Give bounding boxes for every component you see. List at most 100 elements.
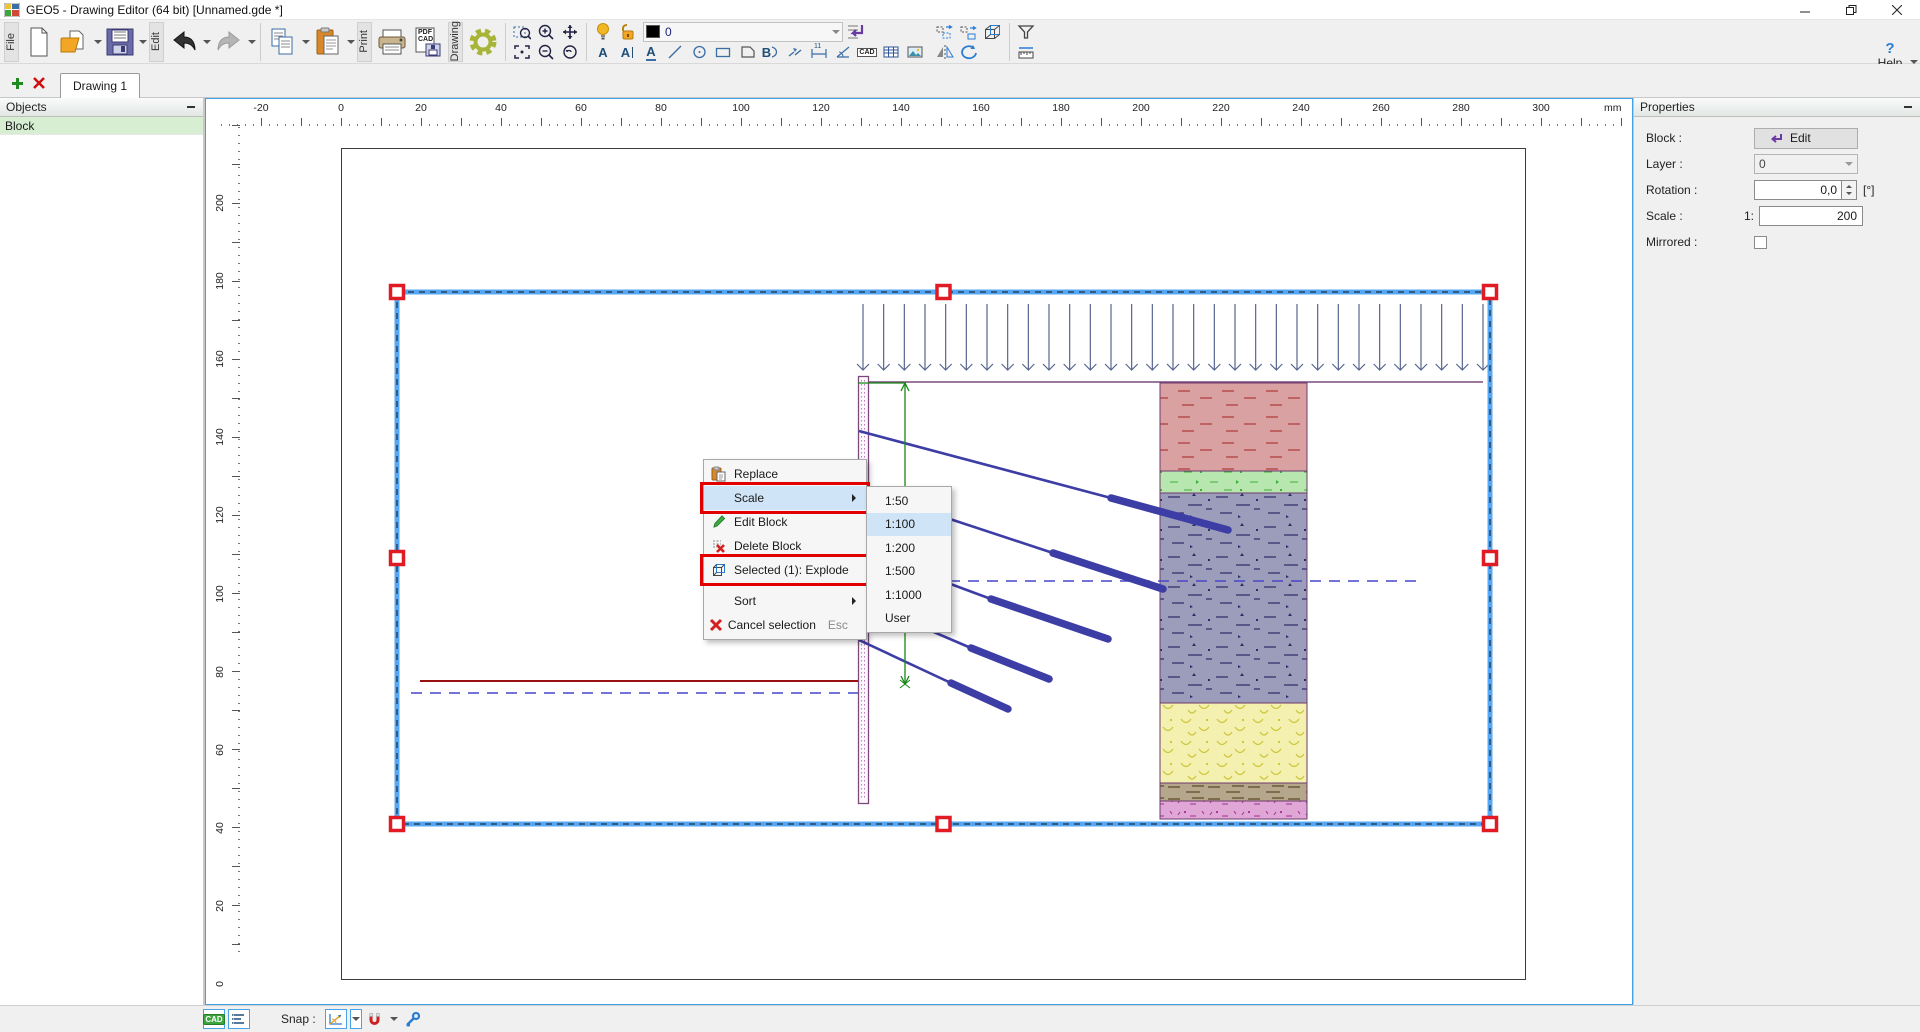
zoom-select-button[interactable]	[511, 22, 533, 41]
new-file-button[interactable]	[22, 23, 56, 61]
dimension-button[interactable]: 11	[808, 43, 830, 62]
submenu-item-scale-1-500[interactable]: 1:500	[867, 560, 951, 584]
copy-dropdown[interactable]	[301, 23, 310, 61]
filter-button[interactable]	[1015, 22, 1037, 41]
menu-item-sort[interactable]: Sort	[704, 589, 866, 613]
open-file-dropdown[interactable]	[93, 23, 102, 61]
layer-dropdown-caret	[1845, 162, 1853, 170]
restore-button[interactable]	[1828, 0, 1874, 20]
rotation-spin-down[interactable]	[1842, 190, 1856, 199]
undo-button[interactable]	[167, 23, 201, 61]
submenu-item-scale-1-100[interactable]: 1:100	[867, 513, 951, 537]
menu-item-edit-block[interactable]: Edit Block	[704, 510, 866, 534]
mirror-button[interactable]	[934, 42, 956, 61]
objects-collapse-button[interactable]	[185, 101, 197, 113]
selection-handle[interactable]	[391, 818, 404, 831]
draw-arc-button[interactable]: B	[760, 43, 782, 62]
rotate-button[interactable]	[958, 42, 980, 61]
import-block-button[interactable]	[844, 22, 866, 41]
add-multiline-text-button[interactable]: A	[616, 43, 638, 62]
h-ruler-label: 80	[655, 102, 667, 114]
magnet-snap-button[interactable]	[365, 1009, 385, 1029]
add-text-button[interactable]: A	[592, 43, 614, 62]
remove-drawing-button[interactable]	[28, 71, 50, 95]
insert-cad-button[interactable]: CAD	[856, 43, 878, 62]
magnet-dropdown[interactable]	[388, 1009, 400, 1029]
selection-handle[interactable]	[937, 818, 950, 831]
selection-handle[interactable]	[1484, 286, 1497, 299]
redo-dropdown[interactable]	[247, 23, 256, 61]
zoom-fit-button[interactable]	[511, 42, 533, 61]
lock-button[interactable]	[616, 22, 638, 41]
move-blocks-button[interactable]	[958, 22, 980, 41]
menu-item-replace[interactable]: Replace	[704, 462, 866, 486]
export-pdf-cad-button[interactable]: PDF CAD	[411, 23, 445, 61]
insert-image-button[interactable]	[904, 43, 926, 62]
save-dropdown[interactable]	[138, 23, 147, 61]
draw-circle-button[interactable]	[688, 43, 710, 62]
file-menu[interactable]: File	[4, 22, 19, 62]
undo-dropdown[interactable]	[202, 23, 211, 61]
copy-button[interactable]	[266, 23, 300, 61]
draw-rectangle-button[interactable]	[712, 43, 734, 62]
drawing-canvas-area[interactable]: -200204060801001201401601802002202402602…	[205, 98, 1633, 1005]
mirrored-checkbox[interactable]	[1754, 236, 1767, 249]
redo-button[interactable]	[212, 23, 246, 61]
add-drawing-button[interactable]	[6, 71, 28, 95]
objects-list-item-block[interactable]: Block	[0, 117, 203, 135]
paste-dropdown[interactable]	[346, 23, 355, 61]
visibility-bulb-button[interactable]	[592, 22, 614, 41]
open-file-button[interactable]	[58, 23, 92, 61]
tab-drawing-1[interactable]: Drawing 1	[60, 73, 140, 98]
edit-menu[interactable]: Edit	[149, 22, 164, 62]
layer-select-combo[interactable]: 0	[643, 22, 843, 42]
pan-button[interactable]	[559, 22, 581, 41]
edit-block-button[interactable]: Edit	[1754, 128, 1858, 149]
selection-handle[interactable]	[391, 286, 404, 299]
save-button[interactable]	[103, 23, 137, 61]
text-style-button[interactable]: A	[640, 43, 662, 62]
rotation-spin-up[interactable]	[1842, 181, 1856, 190]
rotation-spinner[interactable]	[1842, 180, 1857, 200]
selection-handle[interactable]	[1484, 552, 1497, 565]
menu-item-cancel-selection[interactable]: Cancel selectionEsc	[704, 613, 866, 637]
print-menu[interactable]: Print	[357, 22, 372, 62]
submenu-item-scale-user[interactable]: User	[867, 607, 951, 631]
zoom-out-button[interactable]	[535, 42, 557, 61]
snap-mode-dropdown[interactable]	[350, 1009, 362, 1029]
zoom-in-button[interactable]	[535, 22, 557, 41]
snap-settings-button[interactable]	[403, 1009, 423, 1029]
draw-spline-button[interactable]	[784, 43, 806, 62]
selection-handle[interactable]	[937, 286, 950, 299]
cad-mode-toggle[interactable]: CAD	[203, 1009, 225, 1029]
insert-table-button[interactable]	[880, 43, 902, 62]
menu-item-delete-block[interactable]: Delete Block	[704, 534, 866, 558]
selection-handle[interactable]	[1484, 818, 1497, 831]
explode-blocks-button[interactable]	[982, 22, 1004, 41]
layer-dropdown[interactable]: 0	[1754, 154, 1858, 174]
measure-button[interactable]	[1015, 42, 1037, 61]
draw-line-button[interactable]	[664, 43, 686, 62]
zoom-previous-button[interactable]	[559, 42, 581, 61]
settings-button[interactable]	[466, 23, 500, 61]
properties-collapse-button[interactable]	[1902, 101, 1914, 113]
line-style-toggle[interactable]	[228, 1009, 250, 1029]
paste-button[interactable]	[311, 23, 345, 61]
rotation-input[interactable]: 0,0	[1754, 180, 1842, 200]
submenu-item-scale-1-1000[interactable]: 1:1000	[867, 583, 951, 607]
menu-item-explode[interactable]: Selected (1): Explode	[704, 558, 866, 582]
minimize-button[interactable]	[1782, 0, 1828, 20]
submenu-item-scale-1-50[interactable]: 1:50	[867, 489, 951, 513]
print-button[interactable]	[375, 23, 409, 61]
menu-item-scale[interactable]: Scale	[704, 486, 866, 510]
selection-handle[interactable]	[391, 552, 404, 565]
angle-dimension-button[interactable]	[832, 43, 854, 62]
zoom-out-icon	[537, 44, 555, 60]
draw-polygon-button[interactable]	[736, 43, 758, 62]
drawing-menu[interactable]: Drawing	[448, 22, 463, 62]
copy-blocks-button[interactable]	[934, 22, 956, 41]
scale-input[interactable]: 200	[1759, 206, 1863, 226]
close-button[interactable]	[1874, 0, 1920, 20]
submenu-item-scale-1-200[interactable]: 1:200	[867, 536, 951, 560]
snap-mode-button[interactable]	[325, 1009, 347, 1029]
